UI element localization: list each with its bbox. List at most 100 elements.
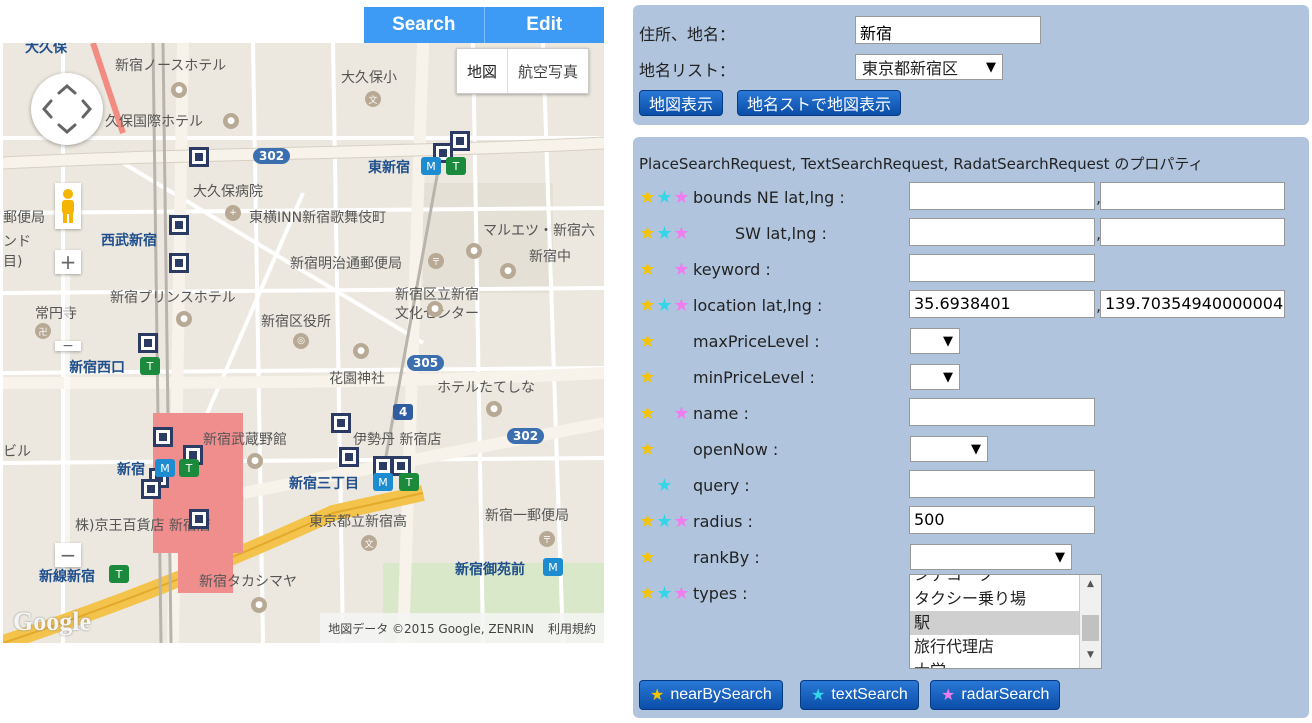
applicability-stars: ★ ★ <box>639 404 691 424</box>
star-icon: ★ <box>639 367 656 388</box>
poi-icon[interactable]: ● <box>223 113 239 129</box>
tab-search[interactable]: Search <box>364 7 485 43</box>
property-select[interactable]: ▼ <box>910 364 960 390</box>
poi-icon[interactable]: ● <box>171 82 187 98</box>
poi-icon[interactable]: ● <box>427 301 443 317</box>
property-select[interactable]: ▼ <box>910 436 988 462</box>
scroll-thumb[interactable] <box>1082 615 1099 641</box>
star-icon: ★ <box>639 295 656 316</box>
text-search-button[interactable]: ★ textSearch <box>800 680 919 710</box>
map-label-shinjuku-naka: 新宿中 <box>529 249 571 265</box>
zoom-out-button[interactable]: − <box>55 543 81 567</box>
star-icon: ★ <box>639 331 656 352</box>
star-icon: ★ <box>673 295 690 316</box>
types-option[interactable]: タクシー乗り場 <box>910 587 1101 611</box>
star-icon: ★ <box>656 223 673 244</box>
radar-search-button[interactable]: ★ radarSearch <box>930 680 1061 710</box>
place-marker[interactable] <box>189 509 209 529</box>
place-list-select[interactable]: 東京都新宿区 ▼ <box>855 54 1003 80</box>
property-input-second[interactable]: 139.70354940000004 <box>1100 290 1285 318</box>
property-input[interactable] <box>909 470 1095 498</box>
poi-icon[interactable]: ● <box>500 263 516 279</box>
applicability-stars: ★ <box>639 368 691 388</box>
terms-link[interactable]: 利用規約 <box>548 620 596 637</box>
types-scrollbar[interactable]: ▲ ▼ <box>1079 575 1101 668</box>
types-listbox[interactable]: シデコークタクシー乗り場駅旅行代理店大学 ▲ ▼ <box>909 574 1102 669</box>
radar-search-label: radarSearch <box>961 686 1050 703</box>
map-label-higashi-shinjuku: 東新宿 <box>368 160 410 176</box>
place-marker[interactable] <box>169 253 189 273</box>
place-marker[interactable] <box>331 413 351 433</box>
pan-control[interactable] <box>31 73 103 145</box>
hotel-icon[interactable]: ● <box>486 401 502 417</box>
school-icon[interactable]: 文 <box>365 91 381 107</box>
star-icon: ★ <box>639 259 656 280</box>
poi-icon[interactable]: ● <box>247 453 263 469</box>
temple-icon[interactable]: 卍 <box>35 323 51 339</box>
types-option[interactable]: 大学 <box>910 659 1101 668</box>
star-icon: ★ <box>639 511 656 532</box>
property-input[interactable] <box>909 218 1095 246</box>
property-input[interactable] <box>909 182 1095 210</box>
applicability-stars: ★ <box>639 476 691 496</box>
map-label-me: 目) <box>3 254 23 270</box>
poi-icon[interactable]: ● <box>466 243 482 259</box>
types-option[interactable]: 旅行代理店 <box>910 635 1101 659</box>
applicability-stars: ★ <box>639 332 691 352</box>
place-marker[interactable] <box>141 479 161 499</box>
map-type-map-button[interactable]: 地図 <box>457 49 507 93</box>
types-option[interactable]: シデコーク <box>910 575 1101 587</box>
zoom-in-button[interactable]: + <box>55 250 81 274</box>
government-icon[interactable]: ◎ <box>293 333 309 349</box>
map-label-shinjuku: 新宿 <box>117 462 145 478</box>
star-icon: ★ <box>656 475 673 496</box>
property-input[interactable] <box>909 398 1095 426</box>
scroll-up-arrow-icon[interactable]: ▲ <box>1080 579 1101 595</box>
property-input[interactable] <box>909 254 1095 282</box>
post-office-icon[interactable]: 〒 <box>539 531 555 547</box>
property-label: rankBy : <box>693 548 760 567</box>
show-map-button[interactable]: 地図表示 <box>639 90 724 116</box>
map[interactable]: 大久保 新宿ノースホテル 大久保小 久保国際ホテル 302 東新宿 大久保病院 … <box>3 43 604 643</box>
poi-icon[interactable]: ● <box>353 343 369 359</box>
map-attribution: 地図データ ©2015 Google, ZENRIN 利用規約 <box>320 613 604 643</box>
property-input-second[interactable] <box>1100 182 1285 210</box>
property-input[interactable]: 500 <box>909 506 1095 534</box>
zoom-slider-handle[interactable]: − <box>55 338 81 354</box>
hospital-icon[interactable]: + <box>225 205 241 221</box>
poi-icon[interactable]: ● <box>251 597 267 613</box>
place-marker[interactable] <box>153 427 173 447</box>
address-input[interactable]: 新宿 <box>855 16 1041 44</box>
place-marker[interactable] <box>169 215 189 235</box>
tab-edit[interactable]: Edit <box>484 7 604 43</box>
property-input[interactable]: 35.6938401 <box>909 290 1095 318</box>
star-icon: ★ <box>656 583 673 604</box>
map-type-satellite-button[interactable]: 航空写真 <box>507 49 588 93</box>
show-map-from-list-button[interactable]: 地名ストで地図表示 <box>737 90 902 116</box>
map-label-okubo: 大久保 <box>25 43 67 56</box>
nearby-search-button[interactable]: ★ nearBySearch <box>639 680 783 710</box>
scroll-down-arrow-icon[interactable]: ▼ <box>1080 650 1101 666</box>
place-marker[interactable] <box>339 447 359 467</box>
map-label-meiji-post: 新宿明治通郵便局 <box>290 256 402 272</box>
place-marker[interactable] <box>189 147 209 167</box>
property-input-second[interactable] <box>1100 218 1285 246</box>
post-office-icon[interactable]: 〒 <box>428 253 444 269</box>
poi-icon[interactable]: ● <box>176 311 192 327</box>
dropdown-arrow-icon: ▼ <box>1055 549 1065 565</box>
property-select[interactable]: ▼ <box>910 544 1072 570</box>
map-label-maruetsu: マルエツ・新宿六 <box>483 223 595 239</box>
school-icon[interactable]: 文 <box>361 535 377 551</box>
place-marker[interactable] <box>450 131 470 151</box>
street-view-pegman-icon[interactable] <box>55 183 81 229</box>
map-label-sanchome: 新宿三丁目 <box>289 476 359 492</box>
applicability-stars: ★ <box>639 548 691 568</box>
property-select[interactable]: ▼ <box>910 328 960 354</box>
place-marker[interactable] <box>138 333 158 353</box>
zoom-slider-track[interactable] <box>64 275 70 545</box>
address-label: 住所、地名： <box>639 25 736 44</box>
route-305-badge: 305 <box>407 355 445 371</box>
applicability-stars: ★★★ <box>639 584 691 604</box>
map-label-takashimaya: 新宿タカシマヤ <box>199 574 297 590</box>
types-option[interactable]: 駅 <box>910 611 1101 635</box>
